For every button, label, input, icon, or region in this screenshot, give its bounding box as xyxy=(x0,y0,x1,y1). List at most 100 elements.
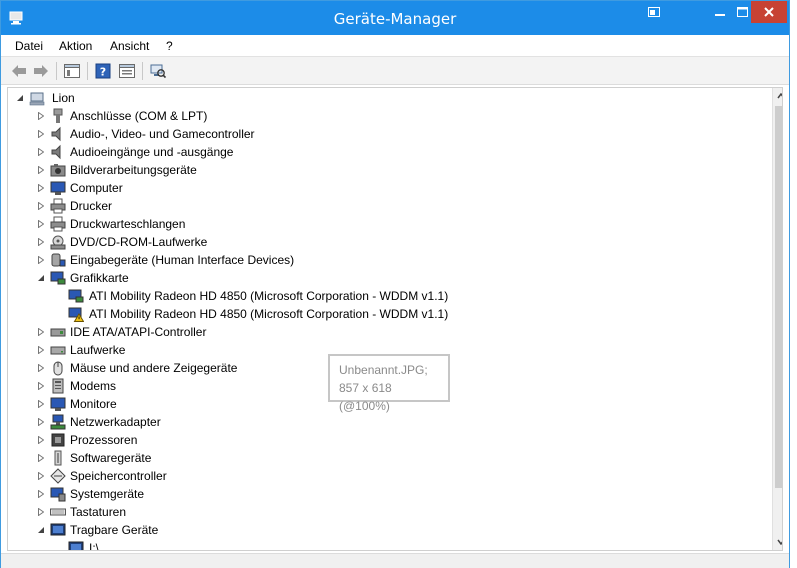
tree-item-netzwerkadapter[interactable]: Netzwerkadapter xyxy=(8,413,768,431)
collapse-toggle[interactable] xyxy=(36,273,46,283)
scroll-up-button[interactable] xyxy=(773,88,782,104)
menu-aktion[interactable]: Aktion xyxy=(59,39,92,53)
mouse-icon xyxy=(53,361,63,376)
modem-icon xyxy=(52,378,64,394)
menu-ansicht[interactable]: Ansicht xyxy=(110,39,149,53)
toolbar-separator xyxy=(56,62,57,80)
collapsed-triangle-icon xyxy=(38,490,44,498)
dvd-drive-icon xyxy=(50,235,66,250)
expand-toggle[interactable] xyxy=(36,417,46,427)
tree-item-ati-radeon-1[interactable]: ATI Mobility Radeon HD 4850 (Microsoft C… xyxy=(8,287,768,305)
tree-item-label: Tragbare Geräte xyxy=(70,523,159,537)
tree-item-label: Speichercontroller xyxy=(70,469,167,483)
expand-toggle[interactable] xyxy=(36,471,46,481)
printer-icon xyxy=(50,216,66,232)
monitor-icon xyxy=(50,397,66,411)
tree-item-computer[interactable]: Computer xyxy=(8,179,768,197)
tree-item-drive-i[interactable]: I:\ xyxy=(8,539,768,551)
snap-button[interactable] xyxy=(639,1,669,23)
tree-item-systemgeraete[interactable]: Systemgeräte xyxy=(8,485,768,503)
collapsed-triangle-icon xyxy=(38,436,44,444)
scrollbar-thumb[interactable] xyxy=(775,106,782,488)
speaker-icon xyxy=(51,126,61,142)
tree-item-label: Computer xyxy=(70,181,123,195)
svg-text:?: ? xyxy=(100,66,106,79)
show-hide-console-tree-icon xyxy=(64,64,80,78)
tree-item-label: Softwaregeräte xyxy=(70,451,152,465)
properties-button[interactable] xyxy=(117,61,137,81)
printer-icon xyxy=(50,198,66,214)
expand-toggle[interactable] xyxy=(36,363,46,373)
tree-item-tragbare-geraete[interactable]: Tragbare Geräte xyxy=(8,521,768,539)
vertical-scrollbar[interactable] xyxy=(772,88,782,550)
maximize-button[interactable] xyxy=(735,1,749,23)
tree-item-tastaturen[interactable]: Tastaturen xyxy=(8,503,768,521)
collapsed-triangle-icon xyxy=(38,184,44,192)
tree-item-hid[interactable]: Eingabegeräte (Human Interface Devices) xyxy=(8,251,768,269)
camera-icon xyxy=(50,164,66,177)
expand-toggle[interactable] xyxy=(36,453,46,463)
tree-item-label: ATI Mobility Radeon HD 4850 (Microsoft C… xyxy=(89,307,449,321)
speaker-icon xyxy=(51,144,61,160)
expand-toggle[interactable] xyxy=(36,435,46,445)
menu-datei[interactable]: Datei xyxy=(15,39,43,53)
display-adapter-icon xyxy=(68,289,84,303)
expand-toggle[interactable] xyxy=(36,237,46,247)
expand-toggle[interactable] xyxy=(36,183,46,193)
toolbar: ? xyxy=(1,57,789,85)
portable-device-icon xyxy=(68,541,84,550)
tree-item-label: Monitore xyxy=(70,397,117,411)
tree-item-audio-video[interactable]: Audio-, Video- und Gamecontroller xyxy=(8,125,768,143)
collapse-toggle[interactable] xyxy=(15,93,25,103)
tree-root[interactable]: Lion xyxy=(8,89,768,107)
menu-help[interactable]: ? xyxy=(166,39,173,53)
expanded-triangle-icon xyxy=(38,275,44,281)
tree-item-audio-io[interactable]: Audioeingänge und -ausgänge xyxy=(8,143,768,161)
tree-item-label: Audioeingänge und -ausgänge xyxy=(70,145,234,159)
device-tree[interactable]: Lion Anschlüsse (COM & LPT) Audio-, Vide… xyxy=(7,87,783,551)
expand-toggle[interactable] xyxy=(36,255,46,265)
tree-item-imaging[interactable]: Bildverarbeitungsgeräte xyxy=(8,161,768,179)
expand-toggle[interactable] xyxy=(36,111,46,121)
close-button[interactable] xyxy=(751,1,787,23)
collapse-toggle[interactable] xyxy=(36,525,46,535)
minimize-button[interactable] xyxy=(705,1,735,23)
tree-item-grafikkarte[interactable]: Grafikkarte xyxy=(8,269,768,287)
back-button[interactable] xyxy=(9,61,29,81)
scroll-down-button[interactable] xyxy=(773,534,782,550)
expand-toggle[interactable] xyxy=(36,147,46,157)
tree-item-dvd[interactable]: DVD/CD-ROM-Laufwerke xyxy=(8,233,768,251)
tree-item-label: Druckwarteschlangen xyxy=(70,217,186,231)
tree-item-drucker[interactable]: Drucker xyxy=(8,197,768,215)
collapsed-triangle-icon xyxy=(38,148,44,156)
expand-toggle[interactable] xyxy=(36,201,46,211)
tree-item-ide[interactable]: IDE ATA/ATAPI-Controller xyxy=(8,323,768,341)
expand-toggle[interactable] xyxy=(36,381,46,391)
tree-item-softwaregeraete[interactable]: Softwaregeräte xyxy=(8,449,768,467)
expand-toggle[interactable] xyxy=(36,219,46,229)
tree-item-label: I:\ xyxy=(89,541,100,551)
background-strip xyxy=(791,0,797,568)
tree-item-druckwarteschlangen[interactable]: Druckwarteschlangen xyxy=(8,215,768,233)
properties-icon xyxy=(119,64,135,78)
software-device-icon xyxy=(54,450,62,466)
expanded-triangle-icon xyxy=(17,95,23,101)
disk-drive-icon xyxy=(50,346,66,355)
collapsed-triangle-icon xyxy=(38,202,44,210)
expand-toggle[interactable] xyxy=(36,507,46,517)
expand-toggle[interactable] xyxy=(36,327,46,337)
console-tree-button[interactable] xyxy=(62,61,82,81)
expand-toggle[interactable] xyxy=(36,399,46,409)
expand-toggle[interactable] xyxy=(36,129,46,139)
tree-item-ati-radeon-2[interactable]: ATI Mobility Radeon HD 4850 (Microsoft C… xyxy=(8,305,768,323)
expand-toggle[interactable] xyxy=(36,489,46,499)
tree-item-speichercontroller[interactable]: Speichercontroller xyxy=(8,467,768,485)
expand-toggle[interactable] xyxy=(36,165,46,175)
scan-hardware-button[interactable] xyxy=(148,61,168,81)
title-bar[interactable]: Geräte-Manager xyxy=(1,1,789,35)
forward-button[interactable] xyxy=(31,61,51,81)
expand-toggle[interactable] xyxy=(36,345,46,355)
help-button[interactable]: ? xyxy=(93,61,113,81)
tree-item-prozessoren[interactable]: Prozessoren xyxy=(8,431,768,449)
tree-item-anschluesse[interactable]: Anschlüsse (COM & LPT) xyxy=(8,107,768,125)
